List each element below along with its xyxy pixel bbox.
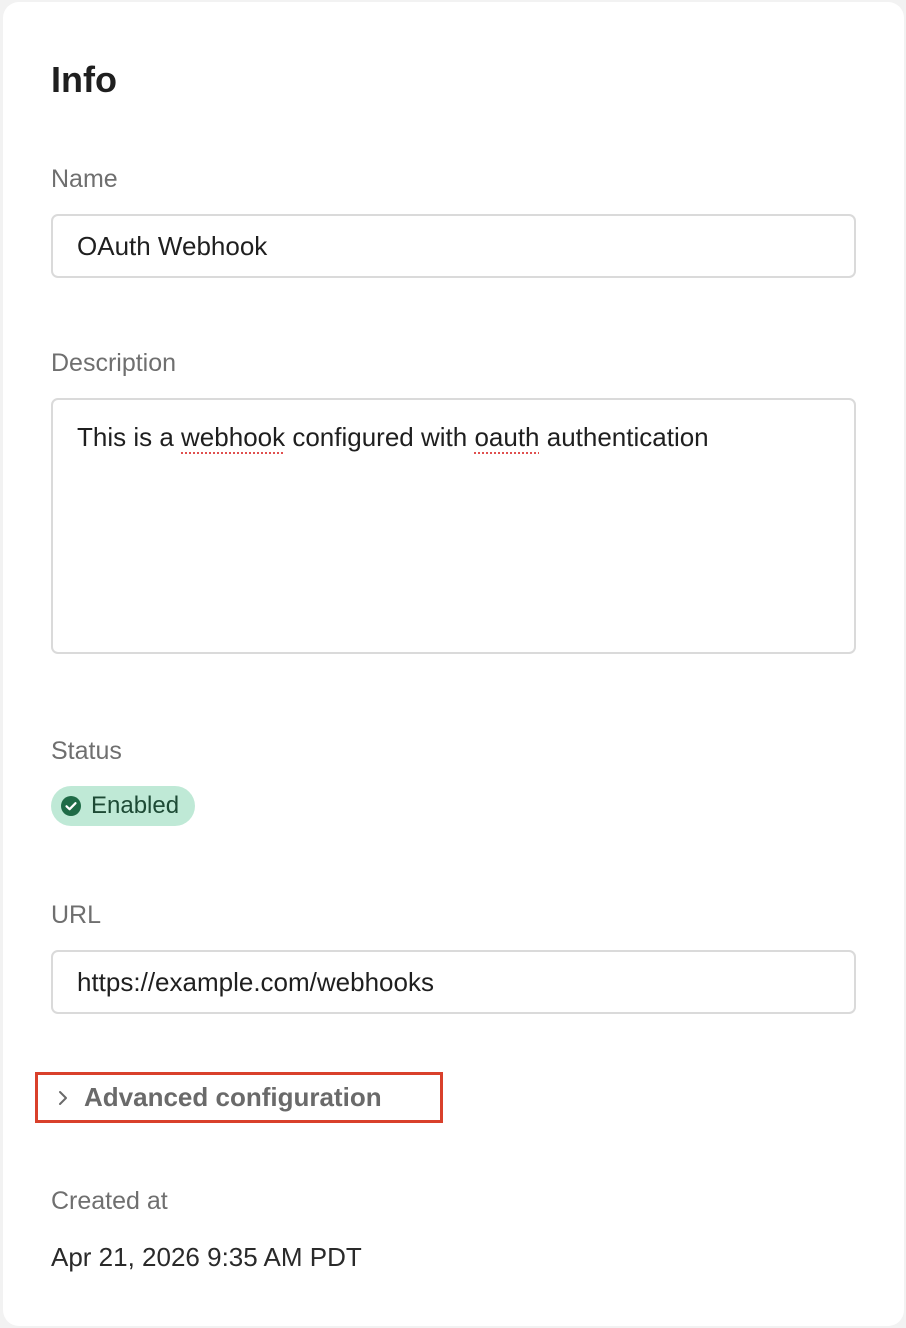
- description-label: Description: [51, 349, 177, 377]
- description-text-misspelled: oauth: [474, 422, 540, 452]
- created-at-label: Created at: [51, 1187, 168, 1215]
- advanced-configuration-toggle[interactable]: Advanced configuration: [35, 1072, 443, 1123]
- status-label: Status: [51, 737, 122, 765]
- description-text-part: authentication: [539, 422, 709, 452]
- url-label: URL: [51, 901, 102, 929]
- name-label: Name: [51, 165, 118, 193]
- chevron-right-icon: [59, 1090, 67, 1105]
- description-textarea[interactable]: This is a webhook configured with oauth …: [51, 398, 856, 654]
- status-badge-label: Enabled: [91, 792, 180, 819]
- description-text-part: This is a: [77, 422, 182, 452]
- status-badge: Enabled: [51, 786, 196, 826]
- description-text-part: configured with: [285, 422, 475, 452]
- panel-title: Info: [51, 59, 117, 100]
- description-text-misspelled: webhook: [181, 422, 286, 452]
- url-input[interactable]: [51, 950, 856, 1014]
- check-circle-icon: [61, 796, 81, 816]
- info-panel: Info Name Description This is a webhook …: [3, 2, 904, 1326]
- name-input[interactable]: [51, 214, 856, 278]
- advanced-configuration-label: Advanced configuration: [84, 1082, 382, 1112]
- created-at-value: Apr 21, 2026 9:35 AM PDT: [51, 1242, 362, 1272]
